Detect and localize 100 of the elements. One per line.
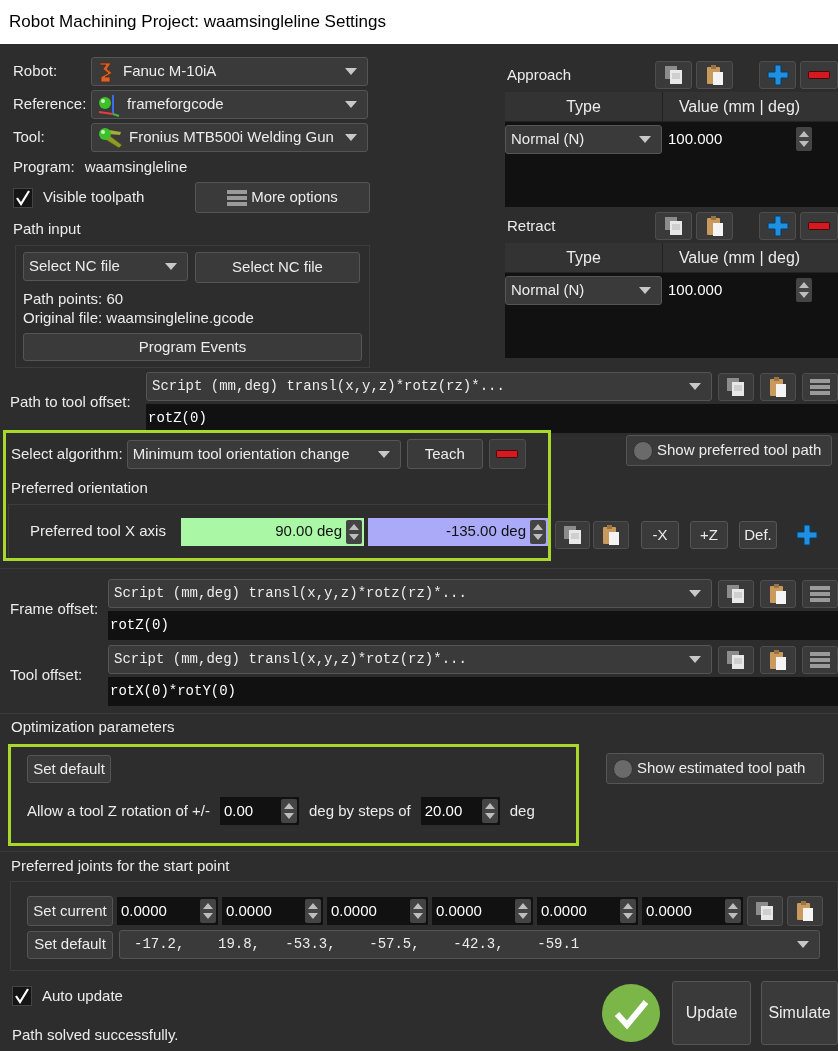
menu-icon: [810, 378, 830, 395]
window-title: Robot Machining Project: waamsingleline Settings: [9, 11, 387, 34]
spinner-arrows-icon[interactable]: [796, 127, 812, 151]
remove-button[interactable]: [800, 212, 838, 240]
algorithm-dropdown[interactable]: Minimum tool orientation change: [126, 439, 401, 469]
paste-button[interactable]: [760, 372, 796, 401]
caret-icon: [689, 590, 701, 597]
add-button[interactable]: [759, 212, 796, 240]
spinner-arrows-icon[interactable]: [725, 899, 741, 923]
checkbox[interactable]: [13, 187, 33, 208]
clipboard-icon: [704, 215, 725, 237]
script-input-field[interactable]: rotZ(0): [108, 611, 838, 640]
copy-button[interactable]: [655, 212, 692, 240]
axis-button[interactable]: -X: [641, 521, 679, 549]
file-dropdown[interactable]: Select NC file: [23, 252, 188, 281]
section-title: Retract: [506, 215, 557, 236]
set-default-button[interactable]: Set default: [27, 755, 111, 783]
spinner-arrows-icon[interactable]: [796, 278, 812, 302]
paste-button[interactable]: [787, 896, 823, 926]
script-input-field[interactable]: rotX(0)*rotY(0): [108, 677, 838, 706]
program-name: waamsingleline: [84, 156, 188, 177]
angle-spin-box[interactable]: 90.00 deg: [181, 517, 364, 546]
remove-button[interactable]: [800, 61, 838, 89]
steps-spin-box[interactable]: 20.00: [420, 797, 500, 825]
spinner-arrows-icon[interactable]: [620, 899, 636, 923]
caret-icon: [345, 68, 357, 75]
checkbox[interactable]: [12, 986, 32, 1007]
paste-button[interactable]: [593, 521, 629, 549]
select-file-button[interactable]: Select NC file: [195, 252, 360, 283]
menu-button[interactable]: [802, 372, 838, 401]
spinner-arrows-icon[interactable]: [515, 899, 531, 923]
spinner-arrows-icon[interactable]: [346, 519, 362, 544]
clipboard-icon: [768, 582, 788, 605]
set-current-button[interactable]: Set current: [27, 896, 113, 926]
minus-icon: [496, 450, 519, 458]
toggle-button[interactable]: Show preferred tool path: [626, 435, 832, 466]
paste-button[interactable]: [760, 645, 796, 674]
copy-button[interactable]: [718, 645, 754, 674]
copy-button[interactable]: [718, 372, 754, 401]
dropdown[interactable]: frameforgcode: [91, 90, 368, 119]
angle-spin-box[interactable]: -135.00 deg: [368, 517, 548, 546]
dropdown[interactable]: Fronius MTB500i Welding Gun: [91, 123, 368, 152]
spinner-arrows-icon[interactable]: [200, 899, 216, 923]
set-default-button[interactable]: Set default: [27, 930, 113, 959]
more-options-button[interactable]: More options: [195, 182, 370, 213]
paste-button[interactable]: [760, 579, 796, 608]
caret-icon: [377, 450, 390, 458]
script-input-field[interactable]: rotZ(0): [146, 404, 838, 433]
type-dropdown[interactable]: Normal (N): [505, 275, 662, 305]
field-label: Select algorithm:: [11, 443, 123, 464]
spinner-arrows-icon[interactable]: [281, 799, 297, 823]
spinner-arrows-icon[interactable]: [530, 519, 546, 544]
copy-button[interactable]: [655, 61, 692, 89]
script-dropdown[interactable]: Script (mm,deg) transl(x,y,z)*rotz(rz)*...: [146, 372, 712, 401]
checkbox-label: Auto update: [42, 986, 123, 1006]
joint-spin-box[interactable]: 0.0000: [327, 897, 428, 925]
caret-icon: [345, 101, 357, 108]
spinner-arrows-icon[interactable]: [305, 899, 321, 923]
copy-button[interactable]: [555, 521, 590, 549]
dropdown[interactable]: Fanuc M-10iA: [91, 57, 368, 86]
joint-spin-box[interactable]: 0.0000: [432, 897, 533, 925]
section-title: Path input: [13, 219, 82, 239]
program-events-button[interactable]: Program Events: [23, 333, 362, 361]
type-dropdown[interactable]: Normal (N): [505, 124, 662, 154]
field-label: Preferred tool X axis: [30, 521, 167, 542]
joint-spin-box[interactable]: 0.0000: [117, 897, 218, 925]
caret-icon: [797, 941, 809, 948]
axis-button[interactable]: Def.: [739, 521, 777, 549]
joint-spin-box[interactable]: 0.0000: [642, 897, 743, 925]
copy-button[interactable]: [747, 896, 783, 926]
joints-dropdown[interactable]: -17.2, 19.8, -53.3, -57.5, -42.3, -59.1: [119, 930, 820, 959]
info-text: Path points: 60: [23, 289, 125, 308]
caret-icon: [689, 383, 701, 390]
menu-button[interactable]: [802, 579, 838, 608]
copy-icon: [663, 216, 684, 236]
spinner-arrows-icon[interactable]: [481, 799, 498, 823]
spinner-arrows-icon[interactable]: [410, 899, 426, 923]
field-label: Frame offset:: [9, 599, 100, 620]
add-button[interactable]: [759, 61, 796, 89]
joint-spin-box[interactable]: 0.0000: [222, 897, 323, 925]
clipboard-icon: [795, 900, 815, 922]
script-dropdown[interactable]: Script (mm,deg) transl(x,y,z)*rotz(rz)*...: [108, 579, 712, 608]
action-button[interactable]: Simulate: [761, 980, 838, 1045]
teach-button[interactable]: Teach: [406, 439, 483, 469]
copy-button[interactable]: [718, 579, 754, 608]
toggle-button[interactable]: Show estimated tool path: [606, 753, 824, 784]
clipboard-icon: [704, 64, 725, 86]
joint-spin-box[interactable]: 0.0000: [537, 897, 638, 925]
paste-button[interactable]: [696, 61, 733, 89]
remove-button[interactable]: [488, 439, 526, 469]
column-header: Type: [505, 92, 663, 121]
paste-button[interactable]: [696, 212, 733, 240]
script-dropdown[interactable]: Script (mm,deg) transl(x,y,z)*rotz(rz)*...: [108, 645, 712, 674]
field-label: Allow a tool Z rotation of +/-: [27, 800, 210, 821]
rotation-spin-box[interactable]: 0.00: [220, 797, 299, 825]
axis-button[interactable]: +Z: [690, 521, 728, 549]
section-title: Preferred joints for the start point: [10, 856, 231, 876]
menu-button[interactable]: [802, 645, 838, 674]
action-button[interactable]: Update: [672, 980, 751, 1045]
copy-icon: [726, 376, 746, 397]
